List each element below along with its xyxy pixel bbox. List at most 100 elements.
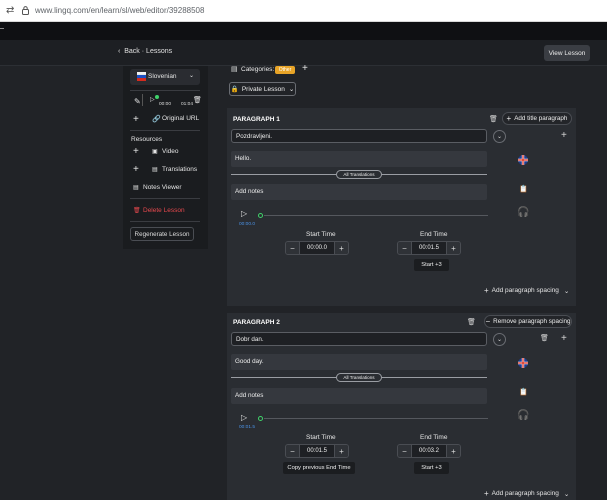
headphones-icon[interactable]: 🎧	[517, 410, 529, 421]
url-text[interactable]: www.lingq.com/en/learn/sl/web/editor/392…	[35, 6, 204, 15]
clipboard-icon[interactable]: 📋	[519, 185, 528, 193]
chevron-down-icon[interactable]: ⌄	[493, 130, 506, 143]
end-time-value[interactable]: 00:03.2	[411, 445, 447, 457]
translation-textarea[interactable]: Good day.	[231, 354, 487, 370]
audio-slider-handle[interactable]	[258, 416, 263, 421]
video-label[interactable]: Video	[162, 148, 179, 155]
add-icon[interactable]: +	[561, 130, 567, 141]
play-icon[interactable]: ▷	[241, 209, 247, 218]
back-link[interactable]: ‹ Back · Lessons	[118, 48, 172, 55]
menu-tick	[0, 28, 4, 29]
end-time-stepper[interactable]: − 00:03.2 +	[397, 444, 461, 458]
chevron-down-icon[interactable]: ⌄	[189, 72, 194, 79]
play-icon[interactable]: ▷	[150, 96, 155, 103]
audio-slider-track[interactable]	[264, 418, 488, 419]
site-settings-icon[interactable]: ⇄	[6, 5, 14, 16]
audio-end-time: 01:04	[181, 102, 194, 107]
add-paragraph-spacing-button[interactable]: + Add paragraph spacing ⌄	[484, 489, 569, 498]
resources-heading: Resources	[131, 136, 163, 143]
notes-icon: ▤	[133, 185, 139, 191]
slovenian-flag-icon	[137, 72, 146, 81]
paragraph-text-input[interactable]: Dobr dan.	[231, 332, 487, 346]
add-translations-icon[interactable]: +	[133, 164, 139, 175]
add-icon[interactable]: +	[561, 333, 567, 344]
add-paragraph-spacing-label: Add paragraph spacing	[491, 287, 559, 294]
sidebar-divider	[130, 130, 200, 131]
audio-slider-handle[interactable]	[258, 213, 263, 218]
notes-textarea[interactable]: Add notes	[231, 388, 487, 404]
play-icon[interactable]: ▷	[241, 413, 247, 422]
trash-icon[interactable]: 🗑	[540, 334, 549, 342]
start-time-label: Start Time	[306, 231, 336, 238]
translation-textarea[interactable]: Hello.	[231, 151, 487, 167]
paragraph-title: PARAGRAPH 1	[233, 116, 280, 123]
sidebar-divider	[130, 221, 200, 222]
add-title-paragraph-button[interactable]: + Add title paragraph	[502, 112, 572, 125]
decrement-button[interactable]: −	[398, 445, 411, 457]
lessons-label[interactable]: Lessons	[146, 48, 172, 55]
category-badge[interactable]: Other	[275, 66, 295, 74]
end-time-label: End Time	[420, 434, 448, 441]
increment-button[interactable]: +	[447, 445, 460, 457]
translations-label[interactable]: Translations	[162, 166, 197, 173]
increment-button[interactable]: +	[335, 445, 348, 457]
increment-button[interactable]: +	[447, 242, 460, 254]
view-lesson-button[interactable]: View Lesson	[544, 45, 590, 61]
private-lesson-label: Private Lesson	[241, 85, 285, 93]
copy-previous-end-time-button[interactable]: Copy previous End Time	[283, 462, 355, 474]
add-paragraph-spacing-button[interactable]: + Add paragraph spacing ⌄	[484, 286, 569, 295]
video-icon: ▣	[152, 149, 158, 155]
uk-flag-icon	[518, 155, 528, 165]
chevron-down-icon: ⌄	[563, 490, 570, 498]
breadcrumb-separator: ·	[141, 48, 145, 55]
trash-icon[interactable]: 🗑	[193, 96, 202, 104]
start-time-value[interactable]: 00:00.0	[299, 242, 335, 254]
decrement-button[interactable]: −	[398, 242, 411, 254]
notes-viewer-label[interactable]: Notes Viewer	[143, 184, 182, 191]
add-title-paragraph-label: Add title paragraph	[514, 115, 568, 122]
original-url-label[interactable]: Original URL	[162, 115, 199, 122]
start-plus-three-button[interactable]: Start +3	[414, 259, 449, 271]
chevron-down-icon: ⌄	[563, 287, 570, 295]
start-time-stepper[interactable]: − 00:00.0 +	[285, 241, 349, 255]
plus-icon: +	[506, 114, 512, 123]
delete-lesson-label[interactable]: Delete Lesson	[143, 207, 185, 214]
lock-icon	[22, 6, 29, 15]
audio-start-time: 00:00	[159, 102, 172, 107]
paragraph-text-input[interactable]: Pozdravljeni.	[231, 129, 487, 143]
uk-flag-icon	[518, 358, 528, 368]
add-category-icon[interactable]: +	[302, 63, 308, 74]
decrement-button[interactable]: −	[286, 242, 299, 254]
pencil-icon[interactable]: ✎	[134, 97, 141, 106]
start-time-value[interactable]: 00:01.5	[299, 445, 335, 457]
decrement-button[interactable]: −	[286, 445, 299, 457]
trash-icon[interactable]: 🗑	[467, 318, 476, 326]
audio-slider-track[interactable]	[264, 215, 488, 216]
remove-paragraph-spacing-button[interactable]: − Remove paragraph spacing	[484, 315, 572, 328]
private-lesson-button[interactable]: 🔒 Private Lesson ⌄	[229, 82, 296, 96]
add-icon[interactable]: +	[133, 114, 139, 125]
start-time-stepper[interactable]: − 00:01.5 +	[285, 444, 349, 458]
current-time: 00:01.5	[239, 425, 256, 430]
plus-icon: +	[484, 286, 489, 295]
end-time-label: End Time	[420, 231, 448, 238]
headphones-icon[interactable]: 🎧	[517, 207, 529, 218]
sidebar-divider	[130, 90, 200, 91]
regenerate-lesson-button[interactable]: Regenerate Lesson	[130, 227, 194, 241]
all-translations-button[interactable]: All Translations	[336, 373, 382, 382]
trash-icon[interactable]: 🗑	[489, 115, 498, 123]
all-translations-button[interactable]: All Translations	[336, 170, 382, 179]
toolbar-divider	[142, 94, 143, 106]
start-plus-three-button[interactable]: Start +3	[414, 462, 449, 474]
end-time-value[interactable]: 00:01.5	[411, 242, 447, 254]
browser-url-bar: ⇄ www.lingq.com/en/learn/sl/web/editor/3…	[0, 0, 607, 22]
minus-icon: −	[485, 317, 491, 326]
increment-button[interactable]: +	[335, 242, 348, 254]
clipboard-icon[interactable]: 📋	[519, 388, 528, 396]
audio-status-dot	[155, 95, 159, 99]
chevron-down-icon[interactable]: ⌄	[493, 333, 506, 346]
add-video-icon[interactable]: +	[133, 146, 139, 157]
translations-icon: ▤	[152, 167, 158, 173]
end-time-stepper[interactable]: − 00:01.5 +	[397, 241, 461, 255]
notes-textarea[interactable]: Add notes	[231, 184, 487, 200]
